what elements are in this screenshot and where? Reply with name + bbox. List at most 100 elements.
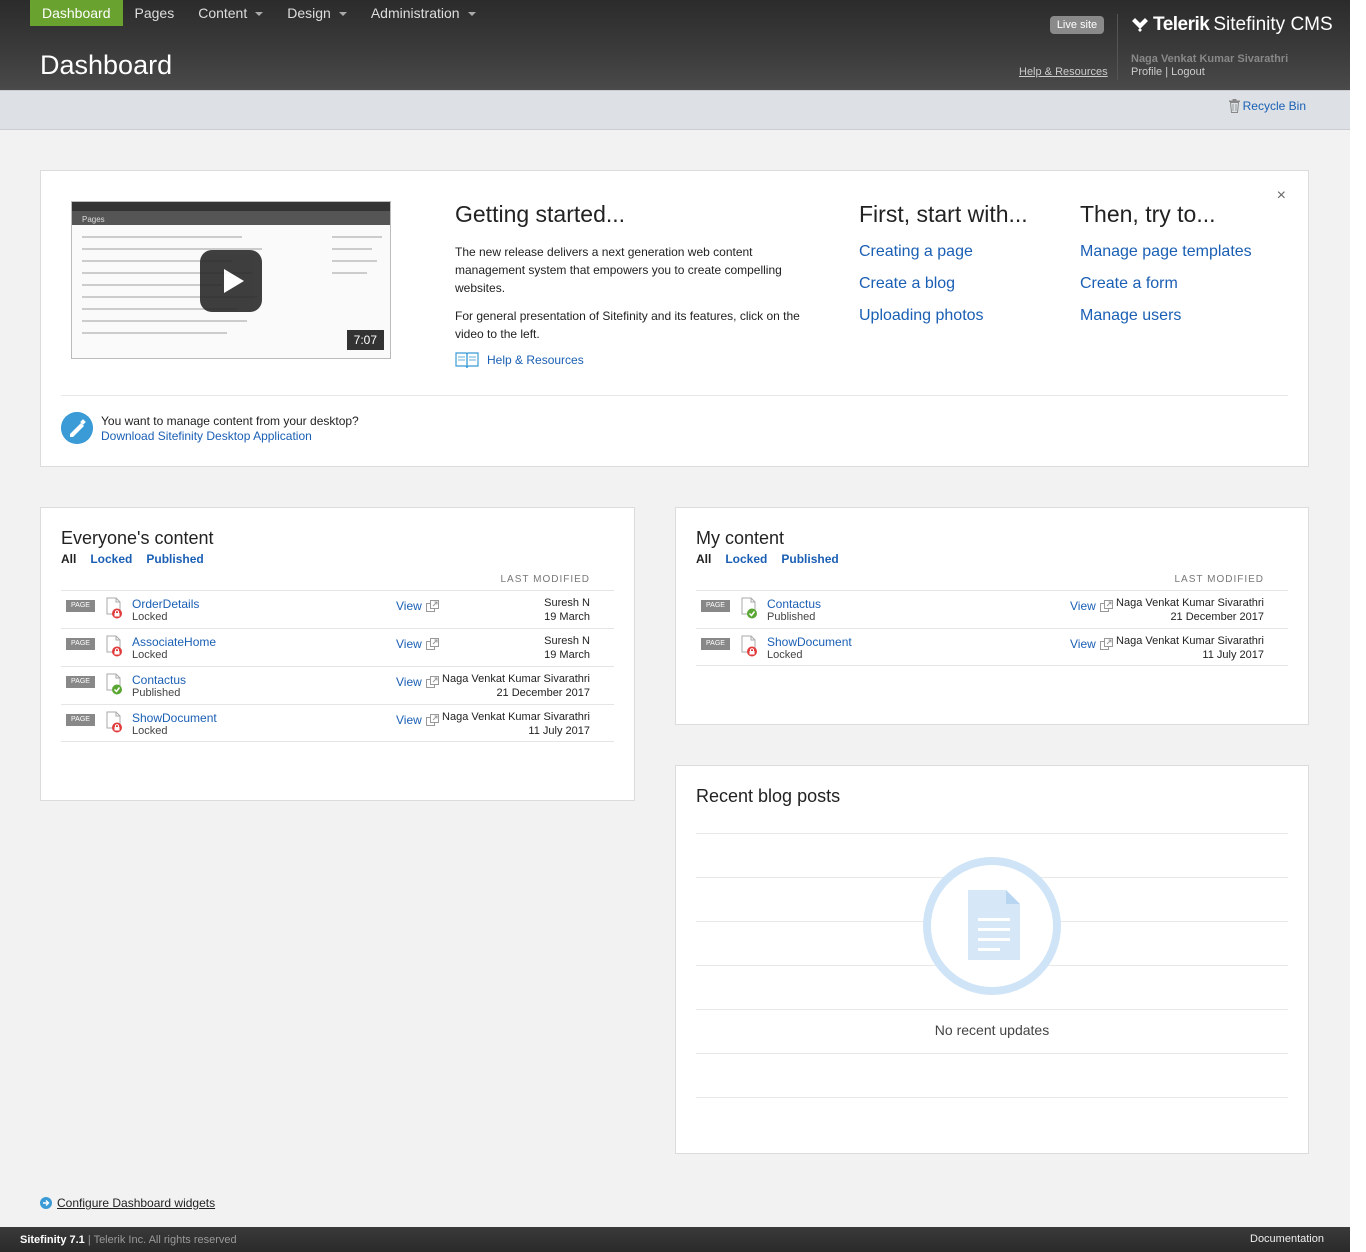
content-row: PAGE Contactus Published View Naga Venkat Ku… bbox=[61, 666, 614, 704]
filter-locked[interactable]: Locked bbox=[90, 552, 132, 566]
published-page-icon bbox=[106, 673, 122, 695]
play-icon[interactable] bbox=[200, 250, 262, 312]
manage-users-link[interactable]: Manage users bbox=[1080, 307, 1181, 325]
logout-link[interactable]: Logout bbox=[1171, 66, 1205, 78]
view-link[interactable]: View bbox=[396, 713, 439, 727]
published-page-icon bbox=[741, 597, 757, 619]
view-link[interactable]: View bbox=[396, 675, 439, 689]
video-screen-line bbox=[332, 272, 367, 274]
footer-copyright-text: | Telerik Inc. All rights reserved bbox=[84, 1234, 237, 1246]
footer-copyright: Sitefinity 7.1 | Telerik Inc. All rights… bbox=[20, 1234, 237, 1246]
close-icon[interactable]: × bbox=[1277, 187, 1286, 205]
help-resources-link[interactable]: Help & Resources bbox=[1019, 66, 1108, 78]
page-type-badge: PAGE bbox=[66, 600, 95, 612]
arrow-circle-icon bbox=[40, 1197, 52, 1209]
uploading-photos-link[interactable]: Uploading photos bbox=[859, 307, 984, 325]
page-type-badge: PAGE bbox=[66, 638, 95, 650]
everyones-content-panel: Everyone's content All Locked Published … bbox=[40, 507, 635, 801]
manage-page-templates-link[interactable]: Manage page templates bbox=[1080, 243, 1252, 261]
filter-locked[interactable]: Locked bbox=[725, 552, 767, 566]
external-link-icon bbox=[425, 638, 439, 650]
filter-published[interactable]: Published bbox=[146, 552, 203, 566]
view-link[interactable]: View bbox=[1070, 599, 1113, 613]
main-area: Pages 7:07 Getting started... The new re… bbox=[0, 130, 1350, 1227]
content-title-link[interactable]: Contactus bbox=[132, 673, 186, 687]
main-nav: Dashboard Pages Content Design Administratio… bbox=[30, 0, 488, 26]
nav-pages[interactable]: Pages bbox=[123, 0, 187, 26]
getting-started-title: Getting started... bbox=[455, 201, 626, 227]
content-status: Published bbox=[767, 611, 816, 623]
blog-placeholder-line bbox=[696, 1053, 1288, 1054]
video-screen-line bbox=[82, 320, 247, 322]
content-row: PAGE Contactus Published View Naga Venkat Ku… bbox=[696, 590, 1288, 628]
content-title-link[interactable]: Contactus bbox=[767, 597, 821, 611]
last-modified-header: LAST MODIFIED bbox=[1174, 574, 1264, 585]
creating-page-link[interactable]: Creating a page bbox=[859, 243, 973, 261]
intro-video-thumbnail[interactable]: Pages 7:07 bbox=[71, 201, 391, 359]
getting-started-description: The new release delivers a next generati… bbox=[455, 245, 782, 295]
recent-blog-posts-panel: Recent blog posts No recent updates bbox=[675, 765, 1309, 1154]
modified-date: 21 December 2017 bbox=[1170, 611, 1264, 623]
content-status: Locked bbox=[132, 611, 168, 623]
video-screen-line bbox=[332, 260, 377, 262]
live-site-button[interactable]: Live site bbox=[1050, 16, 1104, 34]
nav-content[interactable]: Content bbox=[186, 0, 275, 26]
empty-document-icon bbox=[923, 857, 1061, 995]
video-screen-topbar bbox=[72, 202, 390, 211]
header: Dashboard Pages Content Design Administratio… bbox=[0, 0, 1350, 90]
recent-blog-posts-title: Recent blog posts bbox=[696, 786, 841, 806]
content-status: Locked bbox=[132, 649, 168, 661]
documentation-link[interactable]: Documentation bbox=[1250, 1233, 1324, 1245]
content-row: PAGE ShowDocument Locked View Naga Venkat Ku… bbox=[696, 628, 1288, 666]
modified-date: 11 July 2017 bbox=[528, 725, 590, 737]
filter-all[interactable]: All bbox=[696, 552, 711, 566]
view-link[interactable]: View bbox=[1070, 637, 1113, 651]
modified-date: 19 March bbox=[544, 611, 590, 623]
recycle-bin-label: Recycle Bin bbox=[1242, 99, 1306, 113]
nav-administration[interactable]: Administration bbox=[359, 0, 488, 26]
view-label: View bbox=[396, 675, 422, 689]
first-steps-title: First, start with... bbox=[859, 201, 1028, 227]
modified-by: Suresh N bbox=[544, 597, 590, 609]
help-resources-panel-label: Help & Resources bbox=[487, 353, 584, 367]
view-label: View bbox=[396, 637, 422, 651]
getting-started-divider bbox=[61, 395, 1288, 396]
help-resources-panel-link[interactable]: Help & Resources bbox=[455, 351, 584, 369]
locked-page-icon bbox=[106, 711, 122, 733]
nav-dashboard[interactable]: Dashboard bbox=[30, 0, 123, 26]
user-links: Profile | Logout bbox=[1131, 66, 1205, 78]
content-status: Published bbox=[132, 687, 181, 699]
filter-all[interactable]: All bbox=[61, 552, 76, 566]
desktop-app-icon bbox=[61, 412, 93, 444]
locked-page-icon bbox=[741, 635, 757, 657]
video-screen-header: Pages bbox=[72, 211, 390, 225]
view-link[interactable]: View bbox=[396, 637, 439, 651]
video-screen-line bbox=[82, 236, 242, 238]
chevron-down-icon bbox=[467, 12, 476, 16]
content-title-link[interactable]: OrderDetails bbox=[132, 597, 199, 611]
download-desktop-app-link[interactable]: Download Sitefinity Desktop Application bbox=[101, 429, 312, 443]
content-title-link[interactable]: ShowDocument bbox=[767, 635, 852, 649]
configure-dashboard-widgets-link[interactable]: Configure Dashboard widgets bbox=[57, 1196, 215, 1210]
nav-design[interactable]: Design bbox=[275, 0, 359, 26]
nav-label: Pages bbox=[134, 5, 175, 21]
content-title-link[interactable]: ShowDocument bbox=[132, 711, 217, 725]
create-form-link[interactable]: Create a form bbox=[1080, 275, 1178, 293]
modified-date: 19 March bbox=[544, 649, 590, 661]
my-content-panel: My content All Locked Published LAST MOD… bbox=[675, 507, 1309, 725]
everyones-content-title: Everyone's content bbox=[61, 528, 214, 548]
content-title-link[interactable]: AssociateHome bbox=[132, 635, 216, 649]
logo: Telerik Sitefinity CMS bbox=[1131, 14, 1333, 36]
create-blog-link[interactable]: Create a blog bbox=[859, 275, 955, 293]
content-status: Locked bbox=[132, 725, 168, 737]
view-link[interactable]: View bbox=[396, 599, 439, 613]
profile-link[interactable]: Profile bbox=[1131, 66, 1162, 78]
modified-by: Naga Venkat Kumar Sivarathri bbox=[1116, 635, 1264, 647]
recycle-bin-link[interactable]: Recycle Bin bbox=[1228, 99, 1306, 113]
page-type-badge: PAGE bbox=[66, 714, 95, 726]
scrollbar[interactable] bbox=[1350, 0, 1366, 1252]
user-links-separator: | bbox=[1165, 66, 1169, 78]
filter-published[interactable]: Published bbox=[781, 552, 838, 566]
external-link-icon bbox=[1099, 600, 1113, 612]
getting-started-video-hint: For general presentation of Sitefinity a… bbox=[455, 309, 800, 341]
